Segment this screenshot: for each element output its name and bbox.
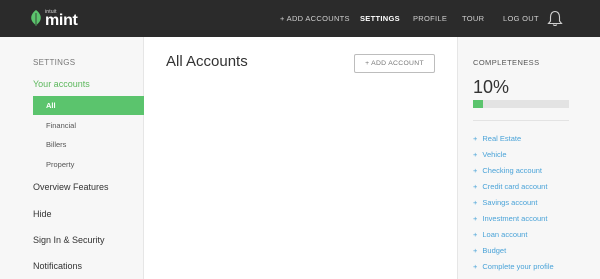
completeness-item-label: Vehicle — [482, 150, 507, 159]
plus-icon: + — [473, 214, 478, 223]
plus-icon: + — [473, 262, 478, 271]
sidebar-item-overview-features[interactable]: Overview Features — [33, 182, 109, 192]
sidebar-subitem-property[interactable]: Property — [33, 155, 144, 174]
plus-icon: + — [473, 182, 478, 191]
nav-logout[interactable]: LOG OUT — [503, 14, 539, 23]
completeness-item-credit-card-account[interactable]: + Credit card account — [473, 182, 547, 191]
completeness-item-label: Investment account — [482, 214, 548, 223]
completeness-item-label: Loan account — [482, 230, 528, 239]
add-account-button[interactable]: + ADD ACCOUNT — [354, 54, 435, 73]
sidebar-subitem-all[interactable]: All — [33, 96, 144, 115]
plus-icon: + — [473, 246, 478, 255]
sidebar-heading: SETTINGS — [33, 58, 76, 67]
completeness-item-loan-account[interactable]: + Loan account — [473, 230, 527, 239]
mint-logo[interactable]: intuit mint — [30, 7, 90, 31]
completeness-item-label: Budget — [482, 246, 507, 255]
plus-icon: + — [473, 230, 478, 239]
completeness-item-budget[interactable]: + Budget — [473, 246, 506, 255]
nav-tour[interactable]: TOUR — [462, 14, 484, 23]
plus-icon: + — [473, 150, 478, 159]
sidebar-item-notifications[interactable]: Notifications — [33, 261, 82, 271]
sidebar-item-your-accounts[interactable]: Your accounts — [33, 79, 90, 89]
completeness-progress-bar — [473, 100, 569, 108]
completeness-item-label: Checking account — [482, 166, 543, 175]
mint-wordmark: mint — [45, 12, 78, 29]
completeness-item-investment-account[interactable]: + Investment account — [473, 214, 547, 223]
sidebar-item-hide[interactable]: Hide — [33, 209, 52, 219]
sidebar-item-sign-in-security[interactable]: Sign In & Security — [33, 235, 105, 245]
completeness-item-checking-account[interactable]: + Checking account — [473, 166, 542, 175]
sidebar-subitem-financial[interactable]: Financial — [33, 116, 144, 135]
completeness-item-real-estate[interactable]: + Real Estate — [473, 134, 521, 143]
plus-icon: + — [473, 134, 478, 143]
completeness-item-label: Real Estate — [482, 134, 522, 143]
nav-add-accounts[interactable]: + ADD ACCOUNTS — [280, 14, 350, 23]
divider — [473, 120, 569, 121]
nav-profile[interactable]: PROFILE — [413, 14, 447, 23]
completeness-heading: COMPLETENESS — [473, 58, 540, 67]
completeness-panel: COMPLETENESS 10% + Real Estate + Vehicle +… — [457, 37, 600, 279]
bell-icon[interactable] — [547, 10, 563, 27]
leaf-icon — [31, 10, 41, 26]
completeness-item-label: Credit card account — [482, 182, 548, 191]
completeness-item-vehicle[interactable]: + Vehicle — [473, 150, 507, 159]
completeness-item-label: Complete your profile — [482, 262, 554, 271]
sidebar-subitem-billers[interactable]: Billers — [33, 135, 144, 154]
page-title: All Accounts — [166, 53, 248, 70]
completeness-progress-fill — [473, 100, 483, 108]
settings-sidebar: SETTINGS Your accounts All Financial Bil… — [0, 37, 144, 279]
nav-settings[interactable]: SETTINGS — [360, 14, 400, 23]
top-nav-bar: intuit mint + ADD ACCOUNTS SETTINGS PROF… — [0, 0, 600, 37]
completeness-item-savings-account[interactable]: + Savings account — [473, 198, 537, 207]
completeness-item-label: Savings account — [482, 198, 538, 207]
plus-icon: + — [473, 198, 478, 207]
completeness-item-complete-profile[interactable]: + Complete your profile — [473, 262, 554, 271]
plus-icon: + — [473, 166, 478, 175]
completeness-percent: 10% — [473, 77, 510, 97]
